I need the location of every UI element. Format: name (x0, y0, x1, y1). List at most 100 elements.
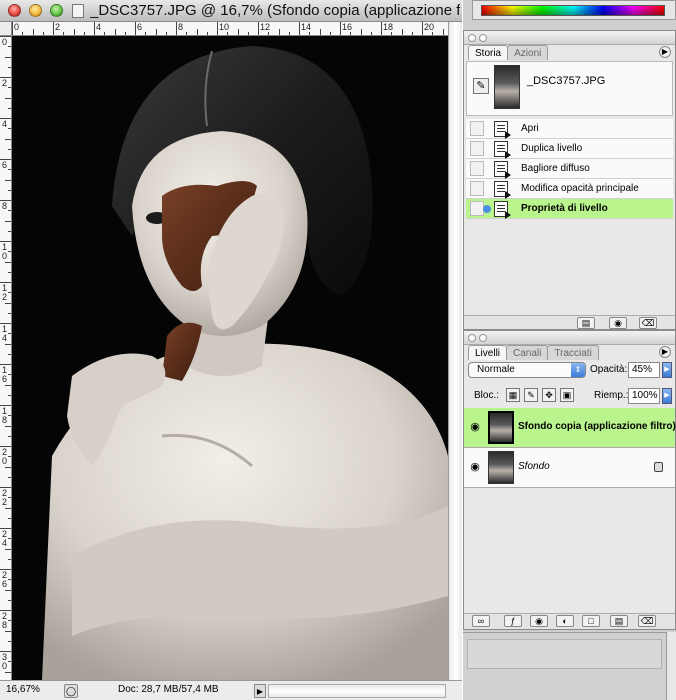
tab-tracciati[interactable]: Tracciati (547, 345, 599, 360)
ruler-tick (145, 32, 147, 35)
new-layer-icon[interactable]: ▤ (610, 615, 628, 627)
palette-close-button[interactable] (468, 334, 476, 342)
status-info-icon[interactable]: ◯ (64, 684, 78, 698)
horizontal-ruler[interactable]: 0 2 4 6 8 10 12 14 16 18 20 (12, 22, 448, 36)
history-source-box[interactable] (470, 121, 484, 136)
new-snapshot-icon[interactable]: ◉ (609, 317, 627, 329)
ruler-tick (5, 138, 11, 140)
ruler-tick (8, 189, 11, 191)
history-step-icon (494, 161, 511, 179)
eye-icon[interactable]: ◉ (468, 460, 482, 474)
palette-minimize-button[interactable] (479, 334, 487, 342)
ruler-tick (247, 32, 249, 35)
lock-all-icon[interactable]: ▣ (560, 388, 574, 402)
vertical-ruler[interactable]: 0 2 4 6 8 10 12 14 16 18 20 22 24 26 28 30 (0, 36, 12, 680)
image-canvas[interactable] (12, 36, 448, 680)
tab-storia[interactable]: Storia (468, 45, 509, 60)
document-window: _DSC3757.JPG @ 16,7% (Sfondo copia (appl… (0, 0, 462, 700)
lock-position-icon[interactable]: ✥ (542, 388, 556, 402)
ruler-tick (258, 22, 259, 35)
link-icon[interactable]: ∞ (472, 615, 490, 627)
color-spectrum[interactable] (481, 5, 665, 16)
history-item[interactable]: Apri (466, 119, 673, 139)
title-bar[interactable]: _DSC3757.JPG @ 16,7% (Sfondo copia (appl… (0, 0, 462, 22)
chevron-down-icon[interactable]: ⇕ (571, 363, 585, 377)
history-source-box[interactable] (470, 161, 484, 176)
snapshot-thumbnail (494, 65, 520, 109)
palette-well-bar (467, 639, 662, 669)
history-item-label: Duplica livello (521, 143, 583, 154)
history-item[interactable]: Bagliore diffuso (466, 159, 673, 179)
ruler-tick (8, 661, 11, 663)
opacity-label: Opacità: (590, 364, 628, 375)
trash-icon[interactable]: ⌫ (639, 317, 657, 329)
ruler-tick (5, 384, 11, 386)
mask-icon[interactable]: ◉ (530, 615, 548, 627)
tab-azioni[interactable]: Azioni (507, 45, 549, 60)
new-document-icon[interactable]: ▤ (577, 317, 595, 329)
palette-menu-button[interactable]: ▶ (659, 346, 671, 358)
history-snapshot[interactable]: ✎ _DSC3757.JPG (466, 61, 673, 116)
zoom-level-field[interactable]: 16,67% (6, 684, 58, 698)
fill-slider-arrow-icon[interactable]: ▶ (662, 388, 672, 404)
ruler-tick (155, 29, 157, 35)
ruler-tick (340, 22, 341, 35)
history-source-box[interactable] (470, 181, 484, 196)
ruler-tick (124, 32, 126, 35)
history-item-label: Modifica opacità principale (521, 183, 639, 194)
ruler-label: 10 (219, 22, 230, 32)
opacity-field[interactable]: 45% (628, 362, 660, 378)
history-item-label: Proprietà di livello (521, 203, 608, 214)
palette-header[interactable] (464, 331, 675, 345)
close-button[interactable] (8, 4, 21, 17)
minimize-button[interactable] (29, 4, 42, 17)
palette-header[interactable] (464, 31, 675, 45)
history-source-box[interactable] (470, 201, 484, 216)
document-title: _DSC3757.JPG @ 16,7% (Sfondo copia (appl… (90, 2, 460, 19)
status-menu-arrow-icon[interactable]: ▶ (254, 684, 266, 698)
ruler-tick (8, 394, 11, 396)
ruler-tick (5, 548, 11, 550)
layer-row-selected[interactable]: ◉ Sfondo copia (applicazione filtro) (464, 408, 676, 448)
palette-well (463, 632, 666, 700)
tab-livelli[interactable]: Livelli (468, 345, 508, 360)
zoom-button[interactable] (50, 4, 63, 17)
tab-canali[interactable]: Canali (506, 345, 549, 360)
trash-icon[interactable]: ⌫ (638, 615, 656, 627)
palette-close-button[interactable] (468, 34, 476, 42)
eye-icon[interactable]: ◉ (468, 420, 482, 434)
ruler-tick (329, 32, 331, 35)
fill-field[interactable]: 100% (628, 388, 660, 404)
history-item[interactable]: Modifica opacità principale (466, 179, 673, 199)
palette-scrollbar[interactable] (666, 632, 676, 700)
vertical-scrollbar[interactable] (448, 22, 462, 680)
history-tabs: Storia Azioni (468, 45, 549, 60)
layer-list: ◉ Sfondo copia (applicazione filtro) ◉ S… (464, 408, 676, 488)
ruler-tick (401, 29, 403, 35)
palette-minimize-button[interactable] (479, 34, 487, 42)
history-item-selected[interactable]: Proprietà di livello (466, 199, 673, 219)
layer-row[interactable]: ◉ Sfondo (464, 448, 675, 488)
lock-icon (654, 462, 663, 472)
history-item[interactable]: Duplica livello (466, 139, 673, 159)
ruler-tick (360, 29, 362, 35)
lock-image-icon[interactable]: ✎ (524, 388, 538, 402)
adjustment-layer-icon[interactable]: ◐ (556, 615, 574, 627)
ruler-origin[interactable] (0, 22, 12, 36)
lock-label: Bloc.: (474, 390, 500, 401)
layer-thumbnail (488, 411, 514, 444)
opacity-slider-arrow-icon[interactable]: ▶ (662, 362, 672, 378)
layer-style-icon[interactable]: ƒ (504, 615, 522, 627)
ruler-tick (196, 29, 198, 35)
folder-icon[interactable]: □ (582, 615, 600, 627)
lock-transparency-icon[interactable]: ▦ (506, 388, 520, 402)
history-source-box[interactable] (470, 141, 484, 156)
ruler-tick (350, 32, 352, 35)
ruler-tick (8, 538, 11, 540)
horizontal-scrollbar[interactable] (268, 684, 446, 698)
history-brush-icon[interactable]: ✎ (473, 78, 489, 94)
blend-mode-select[interactable]: Normale ⇕ (468, 362, 586, 378)
palette-menu-button[interactable]: ▶ (659, 46, 671, 58)
ruler-tick (94, 22, 95, 35)
layer-name: Sfondo (518, 461, 550, 472)
